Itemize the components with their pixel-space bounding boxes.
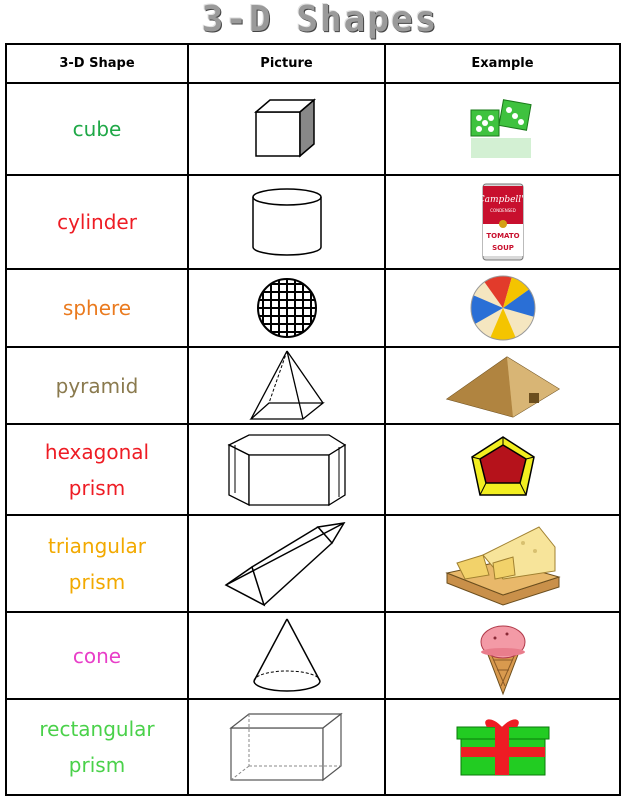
shape-name-line2: prism — [68, 475, 126, 500]
beach-ball-icon — [470, 275, 535, 341]
example-cell — [384, 82, 621, 176]
cube-drawing — [253, 98, 316, 158]
table-header-row: 3-D Shape Picture Example — [5, 43, 621, 84]
shape-name: triangular — [48, 533, 146, 558]
example-cell — [384, 423, 621, 516]
header-shape: 3-D Shape — [5, 43, 189, 84]
ice-cream-cone-icon — [480, 625, 525, 695]
pentagon-box-icon — [470, 435, 535, 496]
shape-name-cell: triangular prism — [5, 514, 189, 613]
table-row: sphere — [5, 268, 621, 348]
picture-cell — [187, 514, 386, 613]
rectangular-prism-drawing — [228, 712, 343, 782]
sphere-drawing — [256, 278, 317, 338]
shape-name-cell: cube — [5, 82, 189, 176]
shape-name: cube — [72, 117, 122, 141]
svg-text:CONDENSED: CONDENSED — [490, 208, 516, 213]
cylinder-drawing — [251, 188, 322, 256]
table-row: cone — [5, 611, 621, 700]
table-row: pyramid — [5, 346, 621, 425]
soup-can-icon: Campbell's CONDENSED TOMATO SOUP — [481, 183, 525, 261]
triangular-prism-drawing — [224, 521, 345, 607]
dice-icon — [470, 99, 532, 158]
table-row: cylinder Campbell's CONDENSED TOMATO SOU… — [5, 174, 621, 270]
cone-drawing — [252, 618, 321, 692]
shape-name: cone — [72, 643, 122, 668]
gift-box-icon — [456, 719, 549, 776]
example-cell — [384, 514, 621, 613]
pyramid-drawing — [248, 350, 325, 420]
shape-name-cell: cylinder — [5, 174, 189, 270]
svg-text:TOMATO: TOMATO — [486, 232, 519, 240]
picture-cell — [187, 174, 386, 270]
picture-cell — [187, 698, 386, 796]
picture-cell — [187, 82, 386, 176]
header-picture: Picture — [187, 43, 386, 84]
svg-text:SOUP: SOUP — [492, 244, 514, 252]
shape-name-line2: prism — [68, 753, 126, 777]
hexagonal-prism-drawing — [227, 433, 346, 506]
shape-name-cell: pyramid — [5, 346, 189, 425]
example-cell — [384, 346, 621, 425]
page-title: 3-D Shapes — [201, 0, 439, 40]
table-row: rectangular prism — [5, 698, 621, 796]
table-row: triangular prism — [5, 514, 621, 613]
example-cell — [384, 611, 621, 700]
picture-cell — [187, 268, 386, 348]
shapes-table: 3-D Shape Picture Example cube cylinder … — [5, 43, 621, 796]
shape-name: pyramid — [55, 373, 139, 398]
cheese-icon — [444, 525, 561, 606]
shape-name-cell: cone — [5, 611, 189, 700]
header-example: Example — [384, 43, 621, 84]
sand-pyramid-icon — [445, 355, 560, 418]
example-cell — [384, 698, 621, 796]
table-row: hexagonal prism — [5, 423, 621, 516]
shape-name: cylinder — [57, 210, 137, 234]
picture-cell — [187, 611, 386, 700]
svg-text:Campbell's: Campbell's — [481, 195, 525, 205]
example-cell — [384, 268, 621, 348]
shape-name-cell: rectangular prism — [5, 698, 189, 796]
table-row: cube — [5, 82, 621, 176]
shape-name: rectangular — [39, 717, 155, 741]
shape-name: sphere — [62, 296, 132, 320]
picture-cell — [187, 346, 386, 425]
shape-name: hexagonal — [44, 439, 150, 464]
shape-name-cell: hexagonal prism — [5, 423, 189, 516]
shape-name-line2: prism — [68, 569, 126, 594]
example-cell: Campbell's CONDENSED TOMATO SOUP — [384, 174, 621, 270]
picture-cell — [187, 423, 386, 516]
shape-name-cell: sphere — [5, 268, 189, 348]
